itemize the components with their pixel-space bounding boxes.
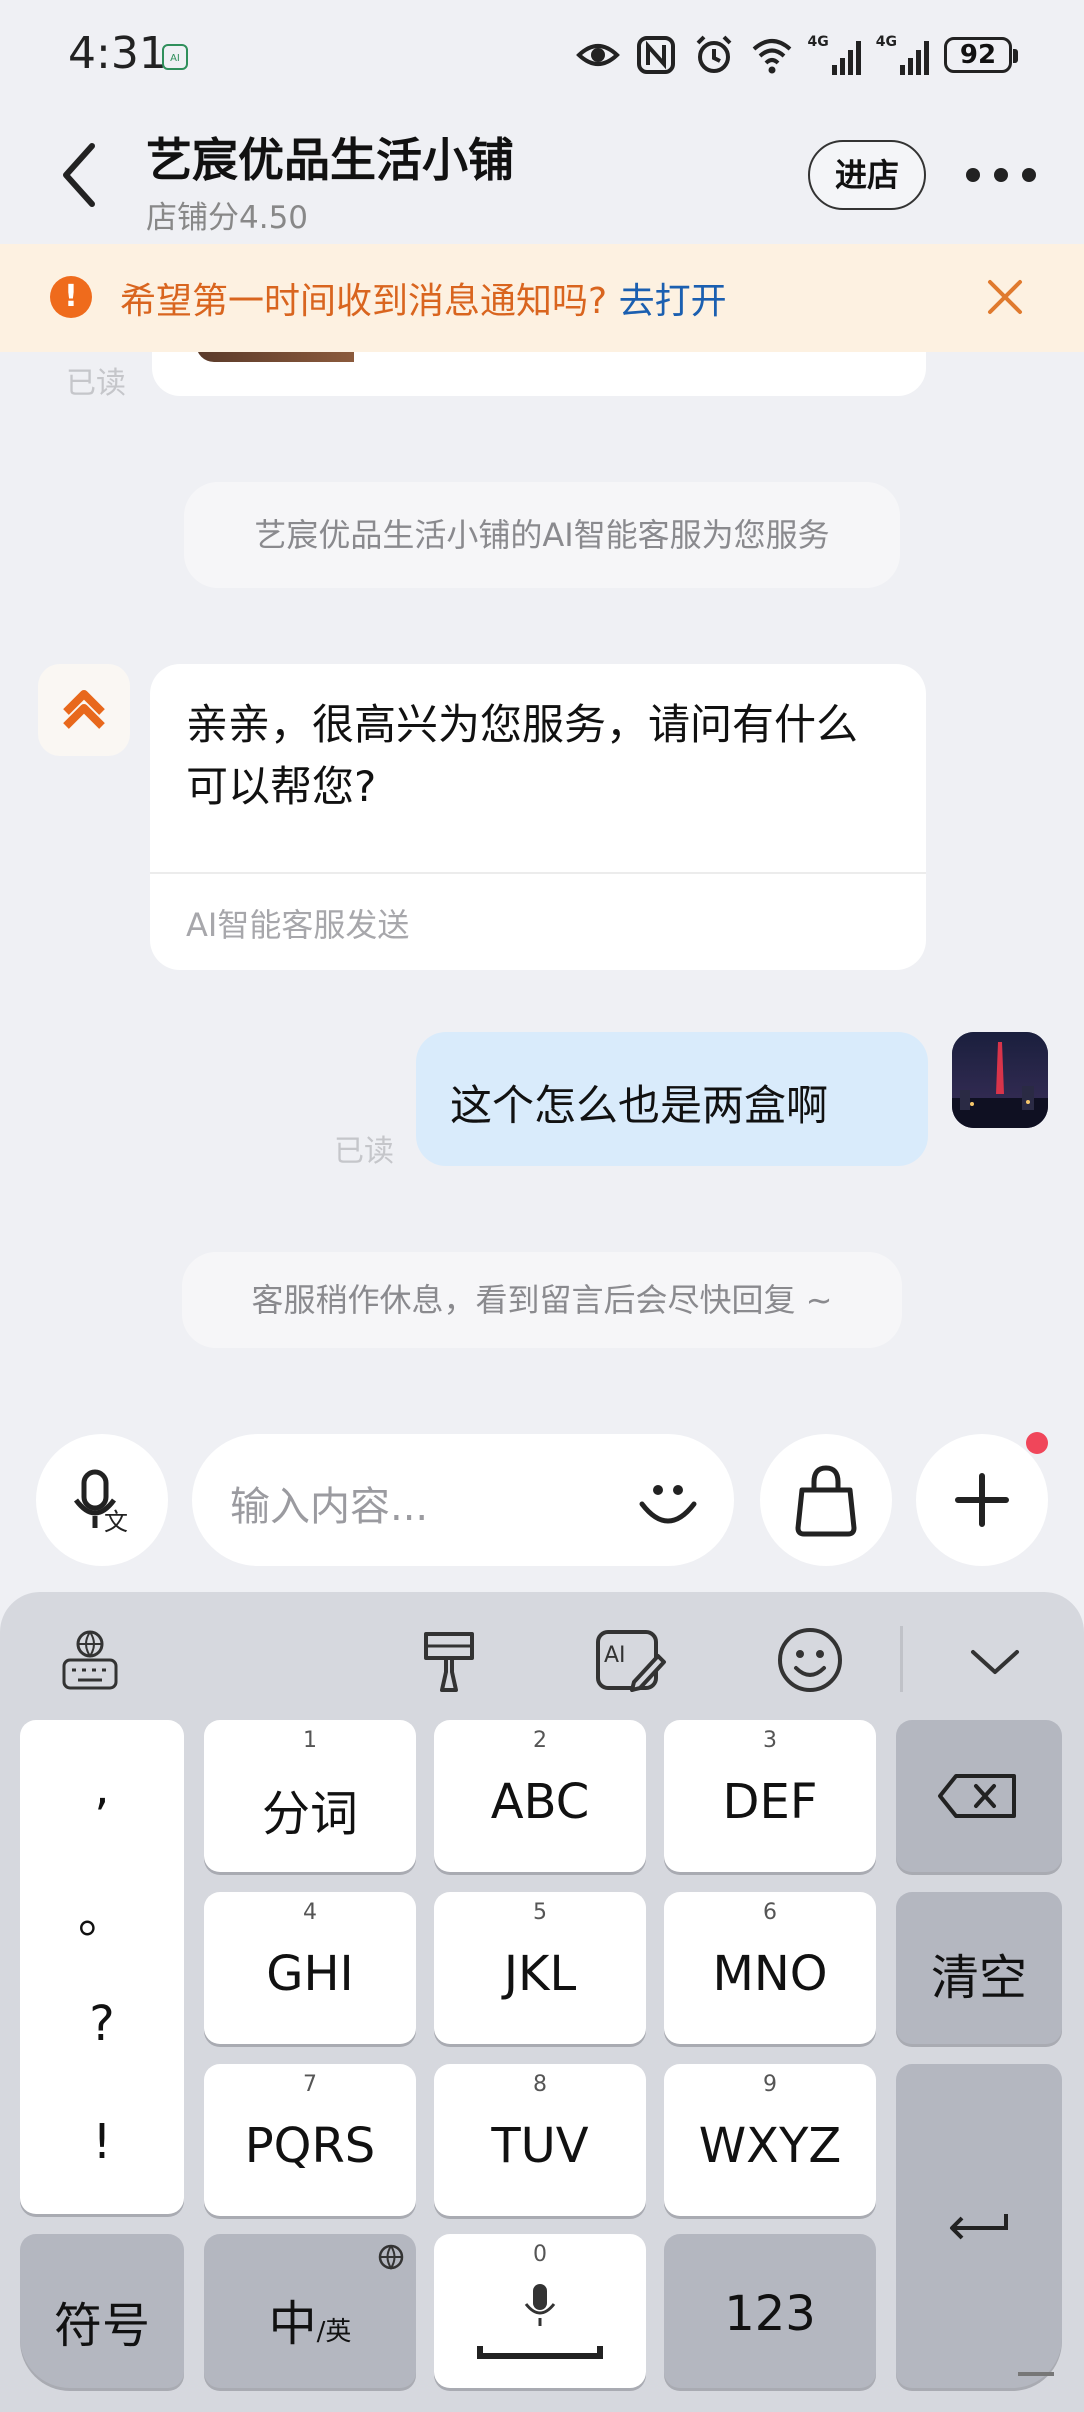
ai-message-text: 亲亲，很高兴为您服务，请问有什么可以帮您? (186, 700, 859, 811)
ai-write-icon[interactable]: AI (590, 1620, 670, 1700)
more-actions-button[interactable] (916, 1434, 1048, 1566)
eye-icon (575, 44, 620, 66)
enter-shop-button[interactable]: 进店 (808, 140, 926, 210)
city-night-icon (952, 1032, 1048, 1128)
enter-key[interactable] (896, 2064, 1062, 2388)
clear-key[interactable]: 清空 (896, 1892, 1062, 2044)
punct-exclaim[interactable]: ! (20, 2114, 184, 2170)
app-notification-icon: AI (162, 44, 188, 70)
close-icon[interactable] (984, 276, 1026, 318)
key-8[interactable]: 8 TUV (434, 2064, 646, 2216)
read-status: 已读 (334, 1134, 394, 1169)
keyboard-handle (1018, 2372, 1054, 2376)
key-3[interactable]: 3 DEF (664, 1720, 876, 1872)
status-time: 4:31 (68, 28, 167, 79)
keyboard-language-icon[interactable] (50, 1620, 130, 1700)
notification-dot (1026, 1432, 1048, 1454)
shop-logo-icon (63, 690, 105, 729)
signal-bars-icon (900, 41, 929, 75)
shopping-bag-button[interactable] (760, 1434, 892, 1566)
battery-indicator: 92 (944, 37, 1018, 73)
back-button[interactable] (56, 140, 104, 210)
ai-sender-label: AI智能客服发送 (186, 906, 410, 944)
key-5[interactable]: 5 JKL (434, 1892, 646, 2044)
warning-icon: ! (50, 276, 92, 318)
punct-period[interactable]: 。 (20, 1876, 184, 1946)
read-status: 已读 (66, 366, 126, 401)
input-placeholder: 输入内容... (230, 1484, 429, 1530)
more-options-button[interactable] (966, 160, 1036, 190)
wifi-icon (752, 39, 791, 74)
user-avatar[interactable] (952, 1032, 1048, 1128)
numeric-key[interactable]: 123 (664, 2234, 876, 2388)
divider (150, 872, 926, 874)
toolbar-divider (900, 1626, 903, 1692)
svg-text:文: 文 (104, 1508, 128, 1536)
globe-icon (378, 2244, 404, 2270)
key-6[interactable]: 6 MNO (664, 1892, 876, 2044)
punct-question[interactable]: ? (20, 1996, 184, 2052)
brush-icon[interactable] (410, 1620, 490, 1700)
shop-score: 店铺分4.50 (146, 200, 309, 236)
nfc-icon (636, 36, 675, 74)
voice-input-button[interactable]: 文 (36, 1434, 168, 1566)
open-notification-link[interactable]: 去打开 (619, 281, 727, 322)
shop-name: 艺宸优品生活小铺 (146, 133, 514, 187)
svg-text:AI: AI (604, 1643, 626, 1668)
emoji-keyboard-icon[interactable] (770, 1620, 850, 1700)
plus-icon (955, 1473, 1009, 1527)
user-message-text: 这个怎么也是两盒啊 (450, 1081, 829, 1130)
status-icons: 4G 4G 92 (575, 30, 1018, 80)
symbol-key[interactable]: 符号 (20, 2234, 184, 2388)
language-switch-key[interactable]: 中/英 (204, 2234, 416, 2388)
system-message: 客服稍作休息，看到留言后会尽快回复 ~ (182, 1252, 902, 1348)
key-1[interactable]: 1 分词 (204, 1720, 416, 1872)
backspace-icon (938, 1774, 1016, 1818)
punctuation-column[interactable]: , 。 ? ! (20, 1720, 184, 2214)
ai-avatar (38, 664, 130, 756)
notice-text: 希望第一时间收到消息通知吗? 去打开 (120, 281, 727, 322)
collapse-keyboard-icon[interactable] (955, 1620, 1035, 1700)
space-key[interactable]: 0 (434, 2234, 646, 2388)
key-2[interactable]: 2 ABC (434, 1720, 646, 1872)
enter-icon (950, 2214, 1008, 2240)
alarm-icon (696, 35, 731, 73)
signal-bars-icon (831, 41, 861, 75)
voice-translate-icon: 文 (73, 1469, 128, 1536)
signal-1: 4G (808, 35, 862, 75)
signal-2: 4G (876, 35, 930, 75)
punct-comma[interactable]: , (20, 1760, 184, 1816)
key-4[interactable]: 4 GHI (204, 1892, 416, 2044)
key-7[interactable]: 7 PQRS (204, 2064, 416, 2216)
backspace-key[interactable] (896, 1720, 1062, 1872)
shopping-bag-icon (795, 1465, 857, 1537)
emoji-icon[interactable] (632, 1466, 704, 1538)
system-message: 艺宸优品生活小铺的AI智能客服为您服务 (184, 482, 900, 588)
key-9[interactable]: 9 WXYZ (664, 2064, 876, 2216)
